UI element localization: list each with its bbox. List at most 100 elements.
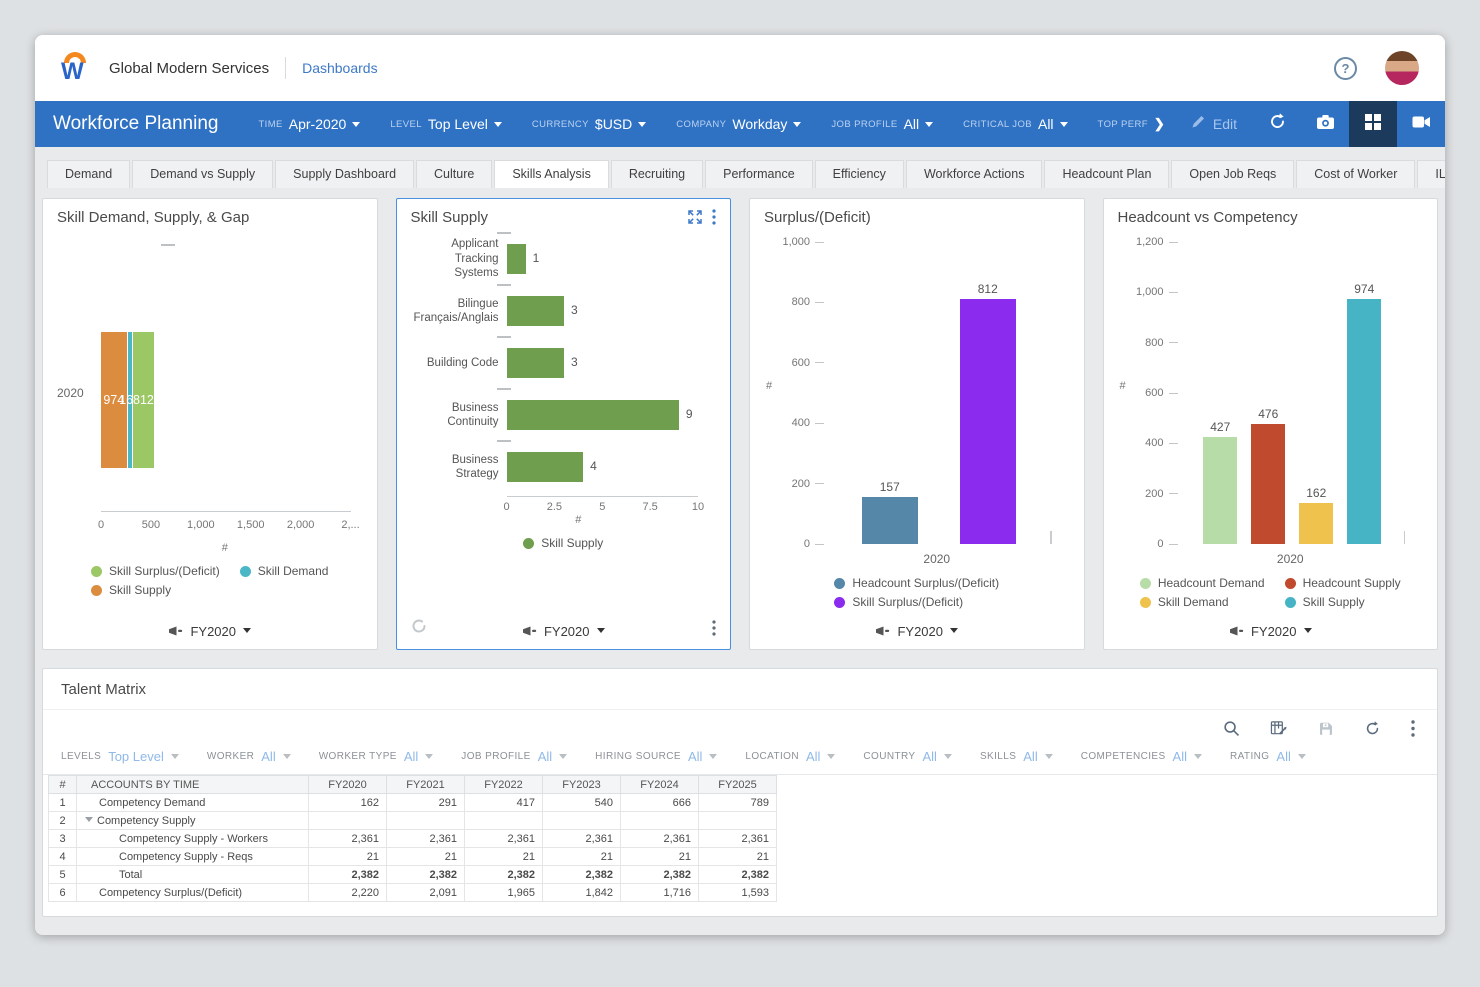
search-icon[interactable] (1223, 720, 1240, 737)
value-cell: 2,361 (387, 830, 465, 848)
legend-item-skill-demand[interactable]: Skill Demand (240, 564, 329, 578)
bar-business-strategy[interactable] (507, 452, 584, 482)
grid-view-button[interactable] (1349, 101, 1397, 147)
value-cell: 2,382 (309, 866, 387, 884)
header-filter-job-profile[interactable]: JOB PROFILEAll (831, 116, 933, 132)
matrix-filter-country[interactable]: COUNTRYAll (863, 749, 952, 764)
bar-zone: 3 (507, 296, 699, 326)
help-icon[interactable] (1334, 57, 1357, 80)
expand-icon[interactable] (688, 210, 702, 229)
bar-applicant-tracking-systems[interactable] (507, 244, 526, 274)
stacked-bar-chart: 202097416281205001,0001,5002,0002,... (57, 234, 363, 542)
tab-open-job-reqs[interactable]: Open Job Reqs (1171, 160, 1294, 188)
chart-period-selector[interactable]: FY2020 (411, 618, 717, 641)
y-tick-mark (1169, 443, 1178, 444)
bar-zone: 4 (507, 452, 699, 482)
matrix-filter-hiring-source[interactable]: HIRING SOURCEAll (595, 749, 717, 764)
tab-culture[interactable]: Culture (416, 160, 492, 188)
legend-item-headcount-supply[interactable]: Headcount Supply (1285, 576, 1401, 590)
bar-headcount-demand[interactable]: 427 (1203, 437, 1237, 544)
header-filter-critical-job[interactable]: CRITICAL JOBAll (963, 116, 1067, 132)
header-filter-time[interactable]: TIMEApr-2020 (258, 116, 360, 132)
legend-item-skill-supply[interactable]: Skill Supply (523, 536, 603, 550)
save-icon[interactable] (1318, 721, 1334, 737)
screenshot-button[interactable] (1301, 101, 1349, 147)
tab-skills-analysis[interactable]: Skills Analysis (494, 160, 609, 188)
bar-headcount-supply[interactable]: 476 (1251, 424, 1285, 544)
value-cell: 2,382 (465, 866, 543, 884)
edit-button[interactable]: Edit (1175, 101, 1253, 147)
tab-efficiency[interactable]: Efficiency (815, 160, 904, 188)
matrix-filter-worker-type[interactable]: WORKER TYPEAll (319, 749, 434, 764)
collapse-triangle-icon[interactable] (85, 817, 93, 826)
chart-title: Surplus/(Deficit) (764, 209, 871, 226)
dashboards-link[interactable]: Dashboards (302, 60, 378, 76)
account-label: Competency Supply - Workers (77, 830, 309, 848)
matrix-filter-label: WORKER (207, 751, 254, 762)
bar-headcount-surplus-deficit[interactable]: 157 (862, 497, 918, 544)
legend-item-skill-supply[interactable]: Skill Supply (1285, 595, 1401, 609)
refresh-button[interactable] (1253, 101, 1301, 147)
matrix-filter-location[interactable]: LOCATIONAll (745, 749, 835, 764)
matrix-filter-worker[interactable]: WORKERAll (207, 749, 291, 764)
kebab-menu-icon[interactable] (1411, 720, 1415, 737)
y-tick-label: 200 (792, 478, 810, 490)
value-cell: 2,361 (309, 830, 387, 848)
tab-recruiting[interactable]: Recruiting (611, 160, 703, 188)
legend-item-headcount-surplus-deficit[interactable]: Headcount Surplus/(Deficit) (834, 576, 999, 590)
header-filter-label: CURRENCY (532, 119, 589, 130)
matrix-filter-rating[interactable]: RATINGAll (1230, 749, 1306, 764)
header-filter-currency[interactable]: CURRENCY$USD (532, 116, 646, 132)
bar-row-bilingue-fran-ais-anglais: Bilingue Français/Anglais3 (411, 286, 717, 336)
bar-segment-skill-surplus-deficit[interactable]: 812 (133, 332, 154, 468)
tab-headcount-plan[interactable]: Headcount Plan (1044, 160, 1169, 188)
legend-item-skill-surplus-deficit[interactable]: Skill Surplus/(Deficit) (91, 564, 220, 578)
bar-value-label: 162 (1306, 486, 1326, 500)
tab-cost-of-worker[interactable]: Cost of Worker (1296, 160, 1415, 188)
account-label: Competency Supply - Reqs (77, 848, 309, 866)
dashboard-content: DemandDemand vs SupplySupply DashboardCu… (35, 147, 1445, 935)
matrix-filter-value: All (404, 749, 418, 764)
bar-skill-demand[interactable]: 162 (1299, 503, 1333, 544)
bar-value-label: 157 (880, 480, 900, 494)
tab-demand[interactable]: Demand (47, 160, 130, 188)
chart-period-selector[interactable]: FY2020 (1118, 618, 1424, 641)
bar-segment-skill-demand[interactable]: 162 (128, 332, 132, 468)
workday-logo-icon[interactable]: W (57, 48, 93, 88)
matrix-filter-label: LEVELS (61, 751, 101, 762)
header-filter-company[interactable]: COMPANYWorkday (676, 116, 801, 132)
kebab-menu-icon[interactable] (712, 209, 716, 230)
tab-ilm-map[interactable]: ILM Map (1417, 160, 1445, 188)
chart-period-selector[interactable]: FY2020 (764, 618, 1070, 641)
kebab-menu-icon[interactable] (712, 620, 716, 639)
header-filter-value: Top Level (428, 116, 488, 132)
legend-item-skill-supply[interactable]: Skill Supply (91, 583, 220, 597)
legend-item-skill-demand[interactable]: Skill Demand (1140, 595, 1265, 609)
bar-business-continuity[interactable] (507, 400, 679, 430)
tab-workforce-actions[interactable]: Workforce Actions (906, 160, 1043, 188)
present-button[interactable] (1397, 101, 1445, 147)
chevron-down-icon (1045, 754, 1053, 763)
matrix-filter-competencies[interactable]: COMPETENCIESAll (1081, 749, 1202, 764)
avatar[interactable] (1385, 51, 1419, 85)
legend-item-skill-surplus-deficit[interactable]: Skill Surplus/(Deficit) (834, 595, 999, 609)
matrix-filter-levels[interactable]: LEVELSTop Level (61, 749, 179, 764)
legend-item-headcount-demand[interactable]: Headcount Demand (1140, 576, 1265, 590)
edit-grid-icon[interactable] (1270, 720, 1288, 737)
refresh-table-icon[interactable] (1364, 720, 1381, 737)
chart-period-selector[interactable]: FY2020 (57, 618, 363, 641)
tab-supply-dashboard[interactable]: Supply Dashboard (275, 160, 414, 188)
bar-skill-surplus-deficit[interactable]: 812 (960, 299, 1016, 544)
header-filter-top-perf[interactable]: TOP PERF❯ (1098, 116, 1165, 132)
matrix-filter-job-profile[interactable]: JOB PROFILEAll (461, 749, 567, 764)
chart-period-label: FY2020 (190, 624, 236, 639)
bar-skill-supply[interactable]: 974 (1347, 299, 1381, 544)
matrix-filter-skills[interactable]: SKILLSAll (980, 749, 1053, 764)
brand-name: Global Modern Services (109, 60, 269, 77)
tab-performance[interactable]: Performance (705, 160, 813, 188)
bar-bilingue-fran-ais-anglais[interactable] (507, 296, 564, 326)
tab-demand-vs-supply[interactable]: Demand vs Supply (132, 160, 273, 188)
header-filter-level[interactable]: LEVELTop Level (390, 116, 502, 132)
bar-building-code[interactable] (507, 348, 564, 378)
y-tick-label: 600 (1145, 387, 1163, 399)
